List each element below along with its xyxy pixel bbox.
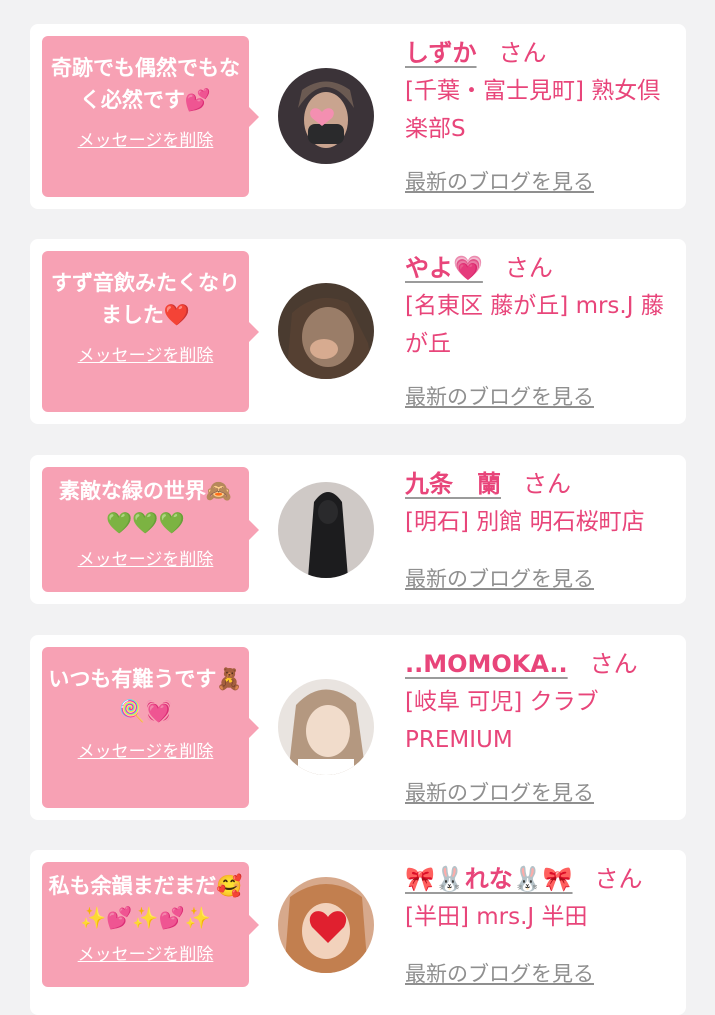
honorific: さん [504,254,553,282]
shop-name: [千葉・富士見町] 熟女倶楽部S [405,78,661,142]
message-text: 奇跡でも偶然でもなく必然です💕 [51,56,240,112]
message-list: 奇跡でも偶然でもなく必然です💕 メッセージを削除 しずか さん [千葉・富士見町]… [0,0,715,1015]
avatar-photo [278,679,374,775]
latest-blog-link[interactable]: 最新のブログを見る [405,958,594,988]
name-row: 九条 蘭さん [405,467,678,501]
delete-message-link[interactable]: メッセージを削除 [78,940,214,965]
message-text: 私も余韻まだまだ🥰✨💕✨💕✨ [48,874,243,930]
message-text: 素敵な緑の世界🙈💚💚💚 [58,479,233,535]
honorific: さん [589,650,638,678]
name-row: やよ💗 さん [405,251,678,285]
honorific: さん [594,865,643,893]
avatar-photo [278,283,374,379]
shop-name: [明石] 別館 明石桜町店 [405,509,645,535]
shop-name: [名東区 藤が丘] mrs.J 藤が丘 [405,293,664,357]
avatar[interactable] [278,679,374,775]
avatar-photo [278,482,374,578]
message-text: いつも有難うです🧸🍭💓 [48,667,243,723]
message-card: 奇跡でも偶然でもなく必然です💕 メッセージを削除 しずか さん [千葉・富士見町]… [30,24,686,209]
latest-blog-link[interactable]: 最新のブログを見る [405,166,594,196]
message-bubble: 素敵な緑の世界🙈💚💚💚 メッセージを削除 [42,467,259,592]
sender-name-link[interactable]: しずか [405,39,477,67]
delete-message-link[interactable]: メッセージを削除 [78,126,214,151]
avatar[interactable] [278,482,374,578]
message-card: すず音飲みたくなりました❤️ メッセージを削除 やよ💗 さん [名東区 藤が丘] … [30,239,686,424]
message-bubble: 奇跡でも偶然でもなく必然です💕 メッセージを削除 [42,36,259,197]
sender-name-link[interactable]: 🎀🐰れな🐰🎀 [405,865,573,893]
sender-info: 🎀🐰れな🐰🎀 さん [半田] mrs.J 半田 最新のブログを見る [405,862,678,986]
avatar[interactable] [278,877,374,973]
message-card: 私も余韻まだまだ🥰✨💕✨💕✨ メッセージを削除 🎀🐰れな🐰🎀 さん [半田] mr… [30,850,686,1015]
sender-info: しずか さん [千葉・富士見町] 熟女倶楽部S 最新のブログを見る [405,36,678,194]
message-card: 素敵な緑の世界🙈💚💚💚 メッセージを削除 九条 蘭さん [明石] 別館 明石桜町… [30,455,686,604]
message-text: すず音飲みたくなりました❤️ [51,271,240,327]
avatar[interactable] [278,68,374,164]
shop-name: [岐阜 可児] クラブ PREMIUM [405,689,599,753]
sender-name-link[interactable]: 九条 蘭 [405,470,501,498]
name-row: 🎀🐰れな🐰🎀 さん [405,862,678,896]
shop-name: [半田] mrs.J 半田 [405,904,588,930]
message-bubble: いつも有難うです🧸🍭💓 メッセージを削除 [42,647,259,808]
sender-info: ..MOMOKA.. さん [岐阜 可児] クラブ PREMIUM 最新のブログを… [405,647,678,805]
honorific: さん [523,470,571,498]
sender-name-link[interactable]: やよ💗 [405,254,483,282]
sender-name-link[interactable]: ..MOMOKA.. [405,650,568,678]
delete-message-link[interactable]: メッセージを削除 [78,341,214,366]
message-bubble: すず音飲みたくなりました❤️ メッセージを削除 [42,251,259,412]
sender-info: 九条 蘭さん [明石] 別館 明石桜町店 最新のブログを見る [405,467,678,591]
delete-message-link[interactable]: メッセージを削除 [78,737,214,762]
delete-message-link[interactable]: メッセージを削除 [78,545,214,570]
honorific: さん [498,39,547,67]
avatar-photo [278,68,374,164]
name-row: ..MOMOKA.. さん [405,647,678,681]
latest-blog-link[interactable]: 最新のブログを見る [405,777,594,807]
name-row: しずか さん [405,36,678,70]
avatar-photo [278,877,374,973]
sender-info: やよ💗 さん [名東区 藤が丘] mrs.J 藤が丘 最新のブログを見る [405,251,678,409]
message-card: いつも有難うです🧸🍭💓 メッセージを削除 ..MOMOKA.. さん [岐阜 可児… [30,635,686,820]
latest-blog-link[interactable]: 最新のブログを見る [405,381,594,411]
latest-blog-link[interactable]: 最新のブログを見る [405,563,594,593]
avatar[interactable] [278,283,374,379]
message-bubble: 私も余韻まだまだ🥰✨💕✨💕✨ メッセージを削除 [42,862,259,987]
